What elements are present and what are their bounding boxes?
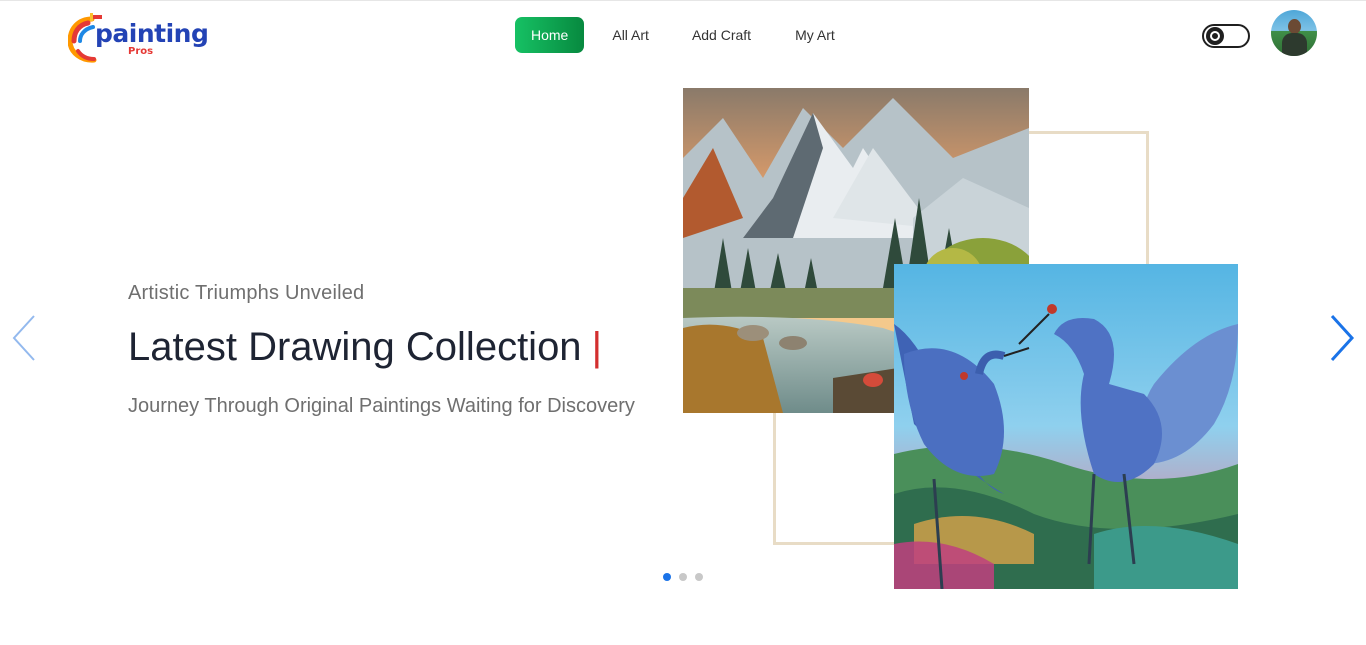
slider-dot-2[interactable]: [679, 573, 687, 581]
brand-name: painting: [95, 19, 209, 48]
sun-icon: [1206, 27, 1224, 45]
hero-subline: Journey Through Original Paintings Waiti…: [128, 395, 635, 417]
hero-text: Artistic Triumphs Unveiled Latest Drawin…: [128, 282, 668, 418]
chevron-left-icon: [12, 315, 35, 361]
theme-toggle[interactable]: [1202, 24, 1250, 48]
slider-prev-button[interactable]: [8, 314, 44, 362]
hero-eyebrow: Artistic Triumphs Unveiled: [128, 282, 365, 304]
nav-add-craft[interactable]: Add Craft: [692, 17, 751, 53]
nav-my-art[interactable]: My Art: [795, 17, 835, 53]
nav-home[interactable]: Home: [515, 17, 585, 53]
slider-dot-1[interactable]: [663, 573, 671, 581]
user-avatar[interactable]: [1271, 10, 1317, 56]
nav-all-art[interactable]: All Art: [612, 17, 649, 53]
slider-next-button[interactable]: [1326, 314, 1362, 362]
hero-headline-text: Latest Drawing Collection: [128, 325, 582, 369]
cranes-painting: [894, 264, 1238, 589]
slider-pagination: [663, 573, 711, 581]
chevron-right-icon: [1330, 314, 1355, 362]
hero-headline: Latest Drawing Collection |: [128, 325, 668, 370]
typing-cursor: |: [591, 325, 602, 369]
brand-logo[interactable]: painting Pros: [68, 11, 209, 63]
navbar: painting Pros Home All Art Add Craft My …: [0, 1, 1366, 71]
main-nav: Home All Art Add Craft My Art: [515, 17, 835, 53]
slider-dot-3[interactable]: [695, 573, 703, 581]
brand-sub: Pros: [128, 46, 154, 57]
